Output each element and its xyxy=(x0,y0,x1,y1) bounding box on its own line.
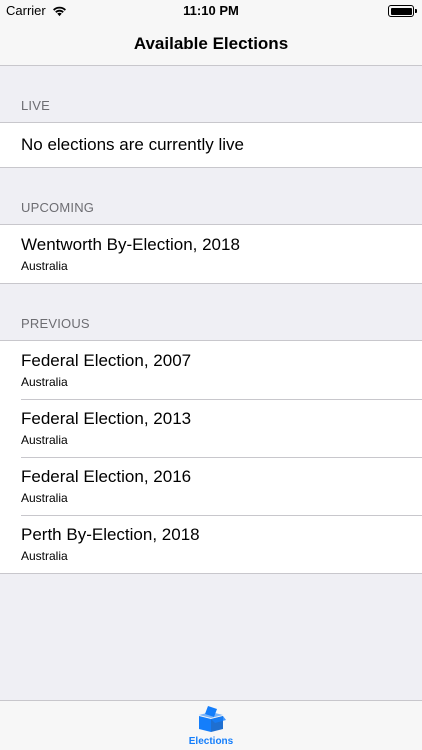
election-title: Perth By-Election, 2018 xyxy=(21,525,200,544)
election-title: Federal Election, 2016 xyxy=(21,467,192,486)
election-row-perth-2018[interactable]: Perth By-Election, 2018 Australia xyxy=(0,515,422,573)
tab-bar: Elections xyxy=(0,700,422,750)
ballot-box-icon xyxy=(199,706,226,732)
upcoming-group: Wentworth By-Election, 2018 Australia xyxy=(0,224,422,284)
battery-cap xyxy=(415,9,417,13)
election-row-federal-2007[interactable]: Federal Election, 2007 Australia xyxy=(0,341,422,399)
election-country: Australia xyxy=(21,433,68,447)
election-title: Federal Election, 2013 xyxy=(21,409,192,428)
battery-level xyxy=(390,7,412,15)
section-header-upcoming: UPCOMING xyxy=(21,200,95,215)
election-row-federal-2013[interactable]: Federal Election, 2013 Australia xyxy=(0,399,422,457)
live-group: No elections are currently live xyxy=(0,122,422,168)
empty-state-label: No elections are currently live xyxy=(21,135,244,154)
election-country: Australia xyxy=(21,549,68,563)
election-country: Australia xyxy=(21,259,68,273)
status-bar: Carrier 11:10 PM xyxy=(0,0,422,22)
elections-list[interactable]: LIVE No elections are currently live UPC… xyxy=(0,66,422,574)
election-country: Australia xyxy=(21,491,68,505)
election-title: Federal Election, 2007 xyxy=(21,351,192,370)
battery-icon xyxy=(388,5,417,17)
no-live-elections-row: No elections are currently live xyxy=(0,123,422,167)
election-row-wentworth-2018[interactable]: Wentworth By-Election, 2018 Australia xyxy=(0,225,422,283)
previous-group: Federal Election, 2007 Australia Federal… xyxy=(0,340,422,574)
election-country: Australia xyxy=(21,375,68,389)
tab-label: Elections xyxy=(188,736,234,747)
navigation-bar: Available Elections xyxy=(0,22,422,66)
election-row-federal-2016[interactable]: Federal Election, 2016 Australia xyxy=(0,457,422,515)
section-header-live: LIVE xyxy=(21,98,50,113)
tab-elections[interactable]: Elections xyxy=(189,701,233,750)
status-time: 11:10 PM xyxy=(183,3,239,18)
election-title: Wentworth By-Election, 2018 xyxy=(21,235,240,254)
page-title: Available Elections xyxy=(133,33,289,53)
section-header-previous: PREVIOUS xyxy=(21,316,90,331)
